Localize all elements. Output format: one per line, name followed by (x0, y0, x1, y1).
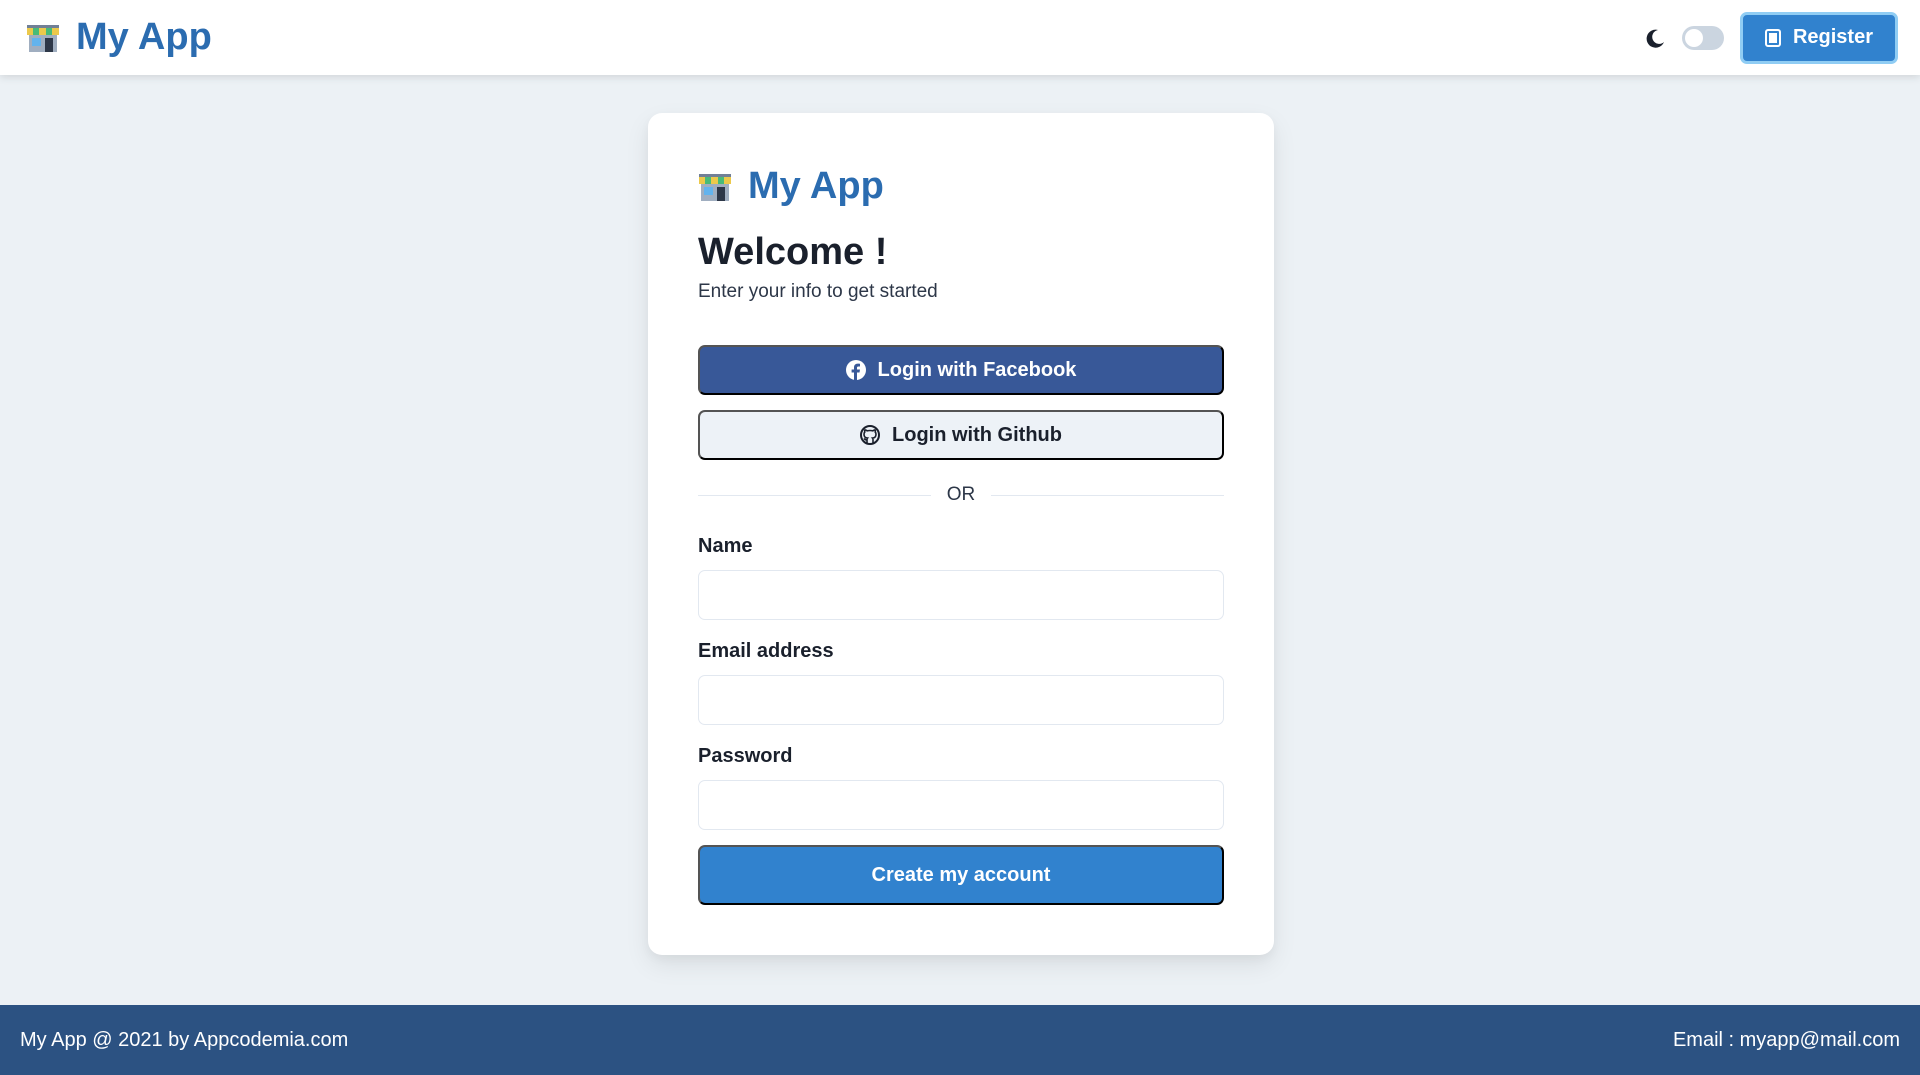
github-login-label: Login with Github (892, 423, 1062, 446)
email-label: Email address (698, 640, 834, 662)
facebook-login-label: Login with Facebook (877, 358, 1077, 381)
moon-icon (1646, 29, 1664, 48)
toggle-knob (1684, 28, 1703, 47)
store-icon (27, 24, 59, 52)
facebook-login-button[interactable]: Login with Facebook (698, 345, 1224, 395)
create-account-label: Create my account (871, 863, 1051, 886)
github-login-button[interactable]: Login with Github (698, 410, 1224, 460)
register-label: Register (1792, 26, 1873, 48)
or-divider: OR (698, 483, 1224, 507)
register-icon (1764, 28, 1781, 47)
divider-text: OR (946, 484, 976, 505)
divider-line-left (698, 494, 931, 496)
divider-line-right (991, 494, 1224, 496)
register-button[interactable]: Register (1739, 11, 1898, 64)
footer-copyright: My App @ 2021 by Appcodemia.com (20, 1028, 349, 1051)
signup-card: My App Welcome ! Enter your info to get … (648, 113, 1274, 955)
facebook-icon (845, 360, 866, 380)
create-account-button[interactable]: Create my account (698, 845, 1224, 905)
top-navbar: My App Register (0, 0, 1920, 75)
card-app-title: My App (748, 165, 884, 207)
welcome-subtitle: Enter your info to get started (698, 281, 938, 302)
github-icon (860, 425, 881, 445)
navbar-actions: Register (1644, 11, 1898, 64)
password-label: Password (698, 745, 793, 767)
navbar-brand[interactable]: My App (26, 16, 212, 59)
store-icon (699, 173, 731, 201)
email-input[interactable] (698, 675, 1224, 725)
name-input[interactable] (698, 570, 1224, 620)
card-brand: My App (698, 165, 884, 208)
dark-mode-toggle[interactable] (1681, 25, 1724, 50)
footer: My App @ 2021 by Appcodemia.com Email : … (0, 1005, 1920, 1075)
name-label: Name (698, 535, 753, 557)
footer-email: Email : myapp@mail.com (1672, 1028, 1900, 1051)
password-input[interactable] (698, 780, 1224, 830)
welcome-heading: Welcome ! (698, 231, 888, 273)
app-title: My App (76, 16, 212, 58)
